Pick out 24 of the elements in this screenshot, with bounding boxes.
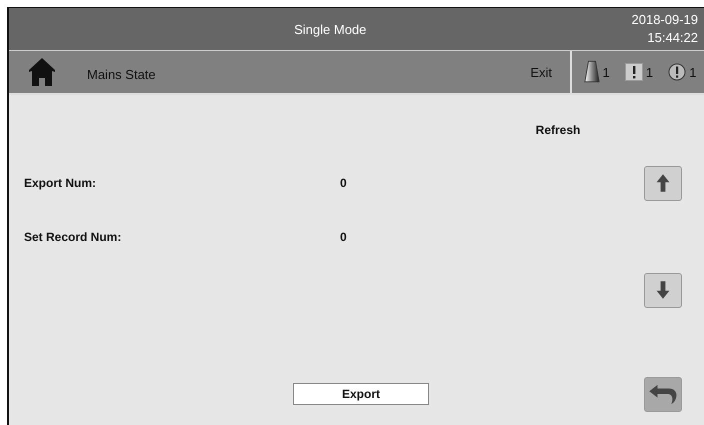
export-button[interactable]: Export [293,383,429,405]
down-arrow-icon [655,280,671,300]
up-arrow-icon [655,173,671,193]
return-arrow-icon [648,383,678,405]
status-count: 1 [646,64,654,80]
refresh-link[interactable]: Refresh [526,123,590,137]
screen-title: Single Mode [293,22,368,36]
home-icon[interactable] [28,57,56,87]
warning-icon [624,63,643,81]
date-text: 2018-09-19 [632,11,698,29]
field-label: Export Num: [24,176,97,190]
beacon-icon [584,60,600,84]
time-text: 15:44:22 [647,29,698,47]
status-count: 1 [689,64,696,80]
field-value: 0 [340,230,348,244]
scroll-down-button[interactable] [644,272,682,308]
page-title: Mains State [87,66,156,82]
field-value: 0 [340,176,348,190]
exit-link[interactable]: Exit [530,64,552,80]
back-button[interactable] [644,376,682,412]
field-label: Set Record Num: [24,230,122,244]
scroll-up-button[interactable] [644,166,682,200]
status-count: 1 [602,64,610,80]
alarm-icon [668,63,686,81]
